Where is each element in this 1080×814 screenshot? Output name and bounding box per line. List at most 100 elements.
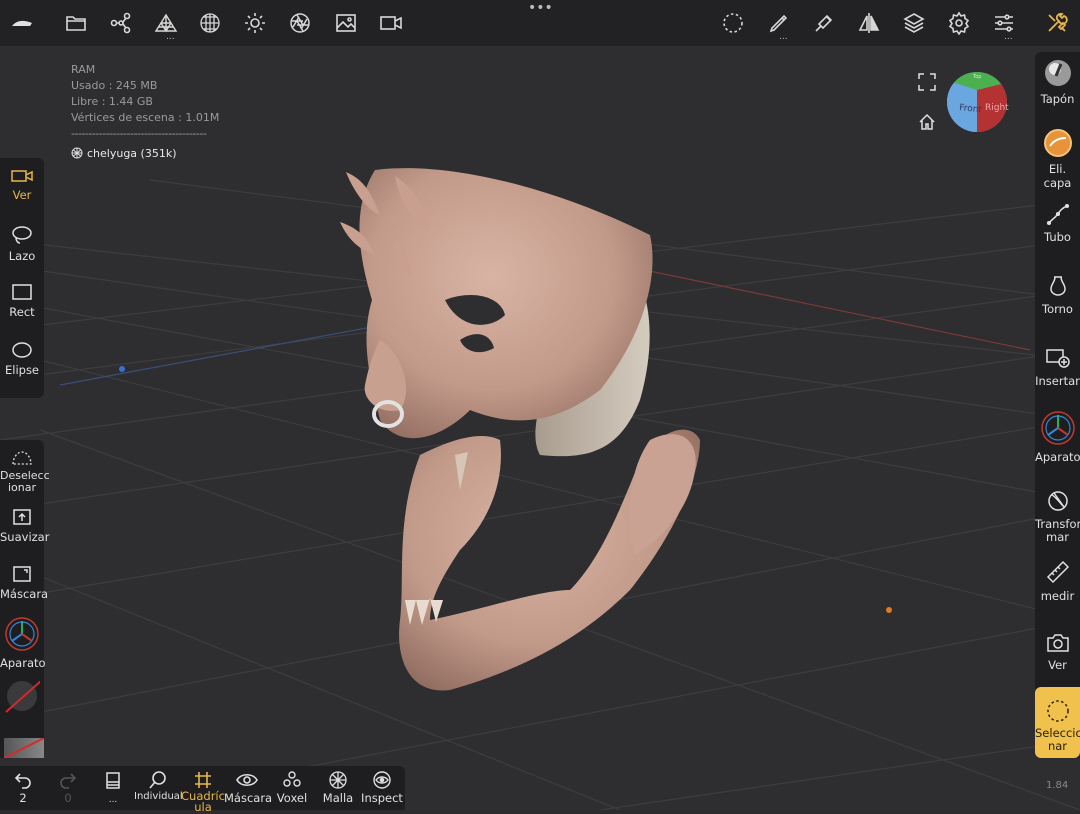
tool-individual-label: Individual — [134, 791, 183, 802]
left-action-panel: Deselecc ionar Suavizar Máscara Aparato — [0, 440, 50, 759]
tool-medir[interactable]: medir — [1035, 559, 1080, 603]
selected-object[interactable]: chelyuga (351k) — [71, 146, 219, 162]
video-camera-icon — [11, 170, 33, 182]
tool-malla[interactable]: Malla — [318, 770, 358, 805]
ram-used: Usado : 245 MB — [71, 79, 158, 92]
action-mascara[interactable]: Máscara — [0, 565, 48, 601]
tool-medir-label: medir — [1040, 589, 1075, 603]
window-handle[interactable]: ••• — [528, 1, 553, 15]
right-tool-panel: Tapón Eli. capa Tubo Torno Insertar Apar… — [1035, 52, 1080, 758]
light-marker-blue[interactable] — [119, 366, 125, 372]
tool-malla-label: Malla — [322, 791, 354, 805]
tool-ver[interactable]: Ver — [0, 168, 44, 202]
tool-mascara-view[interactable]: Máscara — [224, 770, 272, 805]
smooth-icon — [13, 509, 31, 525]
layers-icon[interactable] — [902, 11, 926, 35]
tool-aparato[interactable]: Aparato — [1035, 410, 1080, 464]
tool-torno-label: Torno — [1042, 302, 1073, 316]
material-preview[interactable] — [4, 678, 43, 714]
home-icon[interactable] — [918, 113, 936, 131]
voxel-icon — [283, 771, 301, 787]
action-suavizar[interactable]: Suavizar — [0, 508, 49, 544]
undo-button[interactable]: 2 — [8, 770, 38, 805]
tool-insertar-label: Insertar — [1035, 374, 1080, 388]
history-button[interactable]: ... — [98, 770, 128, 805]
mesh-icon — [71, 147, 83, 159]
tool-lazo[interactable]: Lazo — [0, 225, 44, 263]
view-cube[interactable]: Front Right Top — [945, 70, 1009, 134]
action-suavizar-label: Suavizar — [0, 530, 50, 544]
tool-tubo-label: Tubo — [1044, 230, 1071, 244]
sliders-more[interactable]: ... — [1004, 33, 1013, 42]
tool-transformar-label: Transfor mar — [1035, 517, 1080, 544]
action-aparato[interactable]: Aparato — [0, 616, 46, 670]
tool-insertar[interactable]: Insertar — [1035, 346, 1080, 388]
action-deseleccionar-label: Deselecc ionar — [0, 469, 50, 494]
lasso-select-icon[interactable] — [721, 11, 745, 35]
light-icon[interactable] — [243, 11, 267, 35]
lathe-icon — [1049, 276, 1066, 296]
view-cube-right[interactable]: Right — [985, 103, 1009, 113]
scene-stats: RAM Usado : 245 MB Libre : 1.44 GB Vérti… — [71, 62, 219, 162]
tool-torno[interactable]: Torno — [1035, 274, 1080, 316]
gizmo-icon — [1040, 411, 1075, 445]
insert-icon — [1045, 349, 1070, 368]
tool-voxel[interactable]: Voxel — [272, 770, 312, 805]
ruler-icon — [1046, 560, 1069, 584]
clay-ball-icon — [1044, 60, 1071, 86]
settings-icon[interactable] — [947, 11, 971, 35]
gizmo-icon — [5, 617, 39, 651]
color-swatch[interactable] — [3, 737, 45, 759]
paint-icon[interactable] — [812, 11, 836, 35]
app-version: 1.84 — [1046, 780, 1069, 791]
tool-ver-camera[interactable]: Ver — [1035, 632, 1080, 672]
ellipse-icon — [12, 342, 32, 358]
scene-graph-icon[interactable] — [109, 11, 133, 35]
undo-icon — [14, 773, 31, 789]
tool-cuadricula[interactable]: Cuadríc ula — [180, 770, 226, 813]
tool-ver-camera-label: Ver — [1048, 658, 1067, 672]
redo-button[interactable]: 0 — [53, 770, 83, 805]
brush-more[interactable]: ... — [779, 33, 788, 42]
symmetry-icon[interactable] — [857, 11, 881, 35]
grid-icon — [195, 772, 211, 788]
nomad-logo[interactable] — [10, 11, 34, 35]
tool-elipse[interactable]: Elipse — [0, 341, 44, 377]
tool-rect[interactable]: Rect — [0, 283, 44, 319]
tool-eli-capa-label: Eli. capa — [1043, 162, 1072, 190]
mesh-icon — [329, 771, 347, 789]
tools-icon[interactable] — [1045, 11, 1069, 35]
inspect-icon — [373, 771, 391, 789]
mask-icon — [13, 566, 31, 582]
rectangle-icon — [12, 284, 32, 300]
tool-eli-capa[interactable]: Eli. capa — [1035, 128, 1080, 190]
view-cube-top[interactable]: Top — [972, 74, 981, 80]
select-icon — [1046, 700, 1069, 722]
video-camera-icon[interactable] — [379, 11, 403, 35]
tool-cuadricula-label: Cuadríc ula — [181, 789, 225, 814]
folder-icon[interactable] — [64, 11, 88, 35]
history-more: ... — [108, 795, 118, 805]
redo-icon — [60, 773, 77, 789]
frame-view-icon[interactable] — [918, 73, 936, 91]
history-icon — [106, 772, 120, 789]
tool-inspect[interactable]: Inspect — [360, 770, 404, 805]
material-sphere-icon[interactable] — [198, 11, 222, 35]
tool-seleccionar[interactable]: Seleccio nar — [1035, 687, 1080, 758]
topology-more[interactable]: ... — [166, 33, 175, 42]
tool-transformar[interactable]: Transfor mar — [1035, 488, 1080, 544]
tool-tapon[interactable]: Tapón — [1035, 58, 1080, 106]
left-tool-panel: Ver Lazo Rect Elipse — [0, 158, 44, 398]
tube-icon — [1046, 203, 1069, 226]
image-icon[interactable] — [334, 11, 358, 35]
tool-inspect-label: Inspect — [361, 791, 403, 805]
camera-aperture-icon[interactable] — [288, 11, 312, 35]
tool-tubo[interactable]: Tubo — [1035, 202, 1080, 244]
action-deseleccionar[interactable]: Deselecc ionar — [0, 450, 50, 494]
tool-rect-label: Rect — [9, 305, 35, 319]
selected-object-name: chelyuga (351k) — [87, 147, 177, 160]
light-marker[interactable] — [886, 607, 892, 613]
tool-individual[interactable]: Individual — [134, 770, 183, 802]
transform-icon — [1047, 491, 1068, 511]
tool-elipse-label: Elipse — [4, 363, 40, 377]
